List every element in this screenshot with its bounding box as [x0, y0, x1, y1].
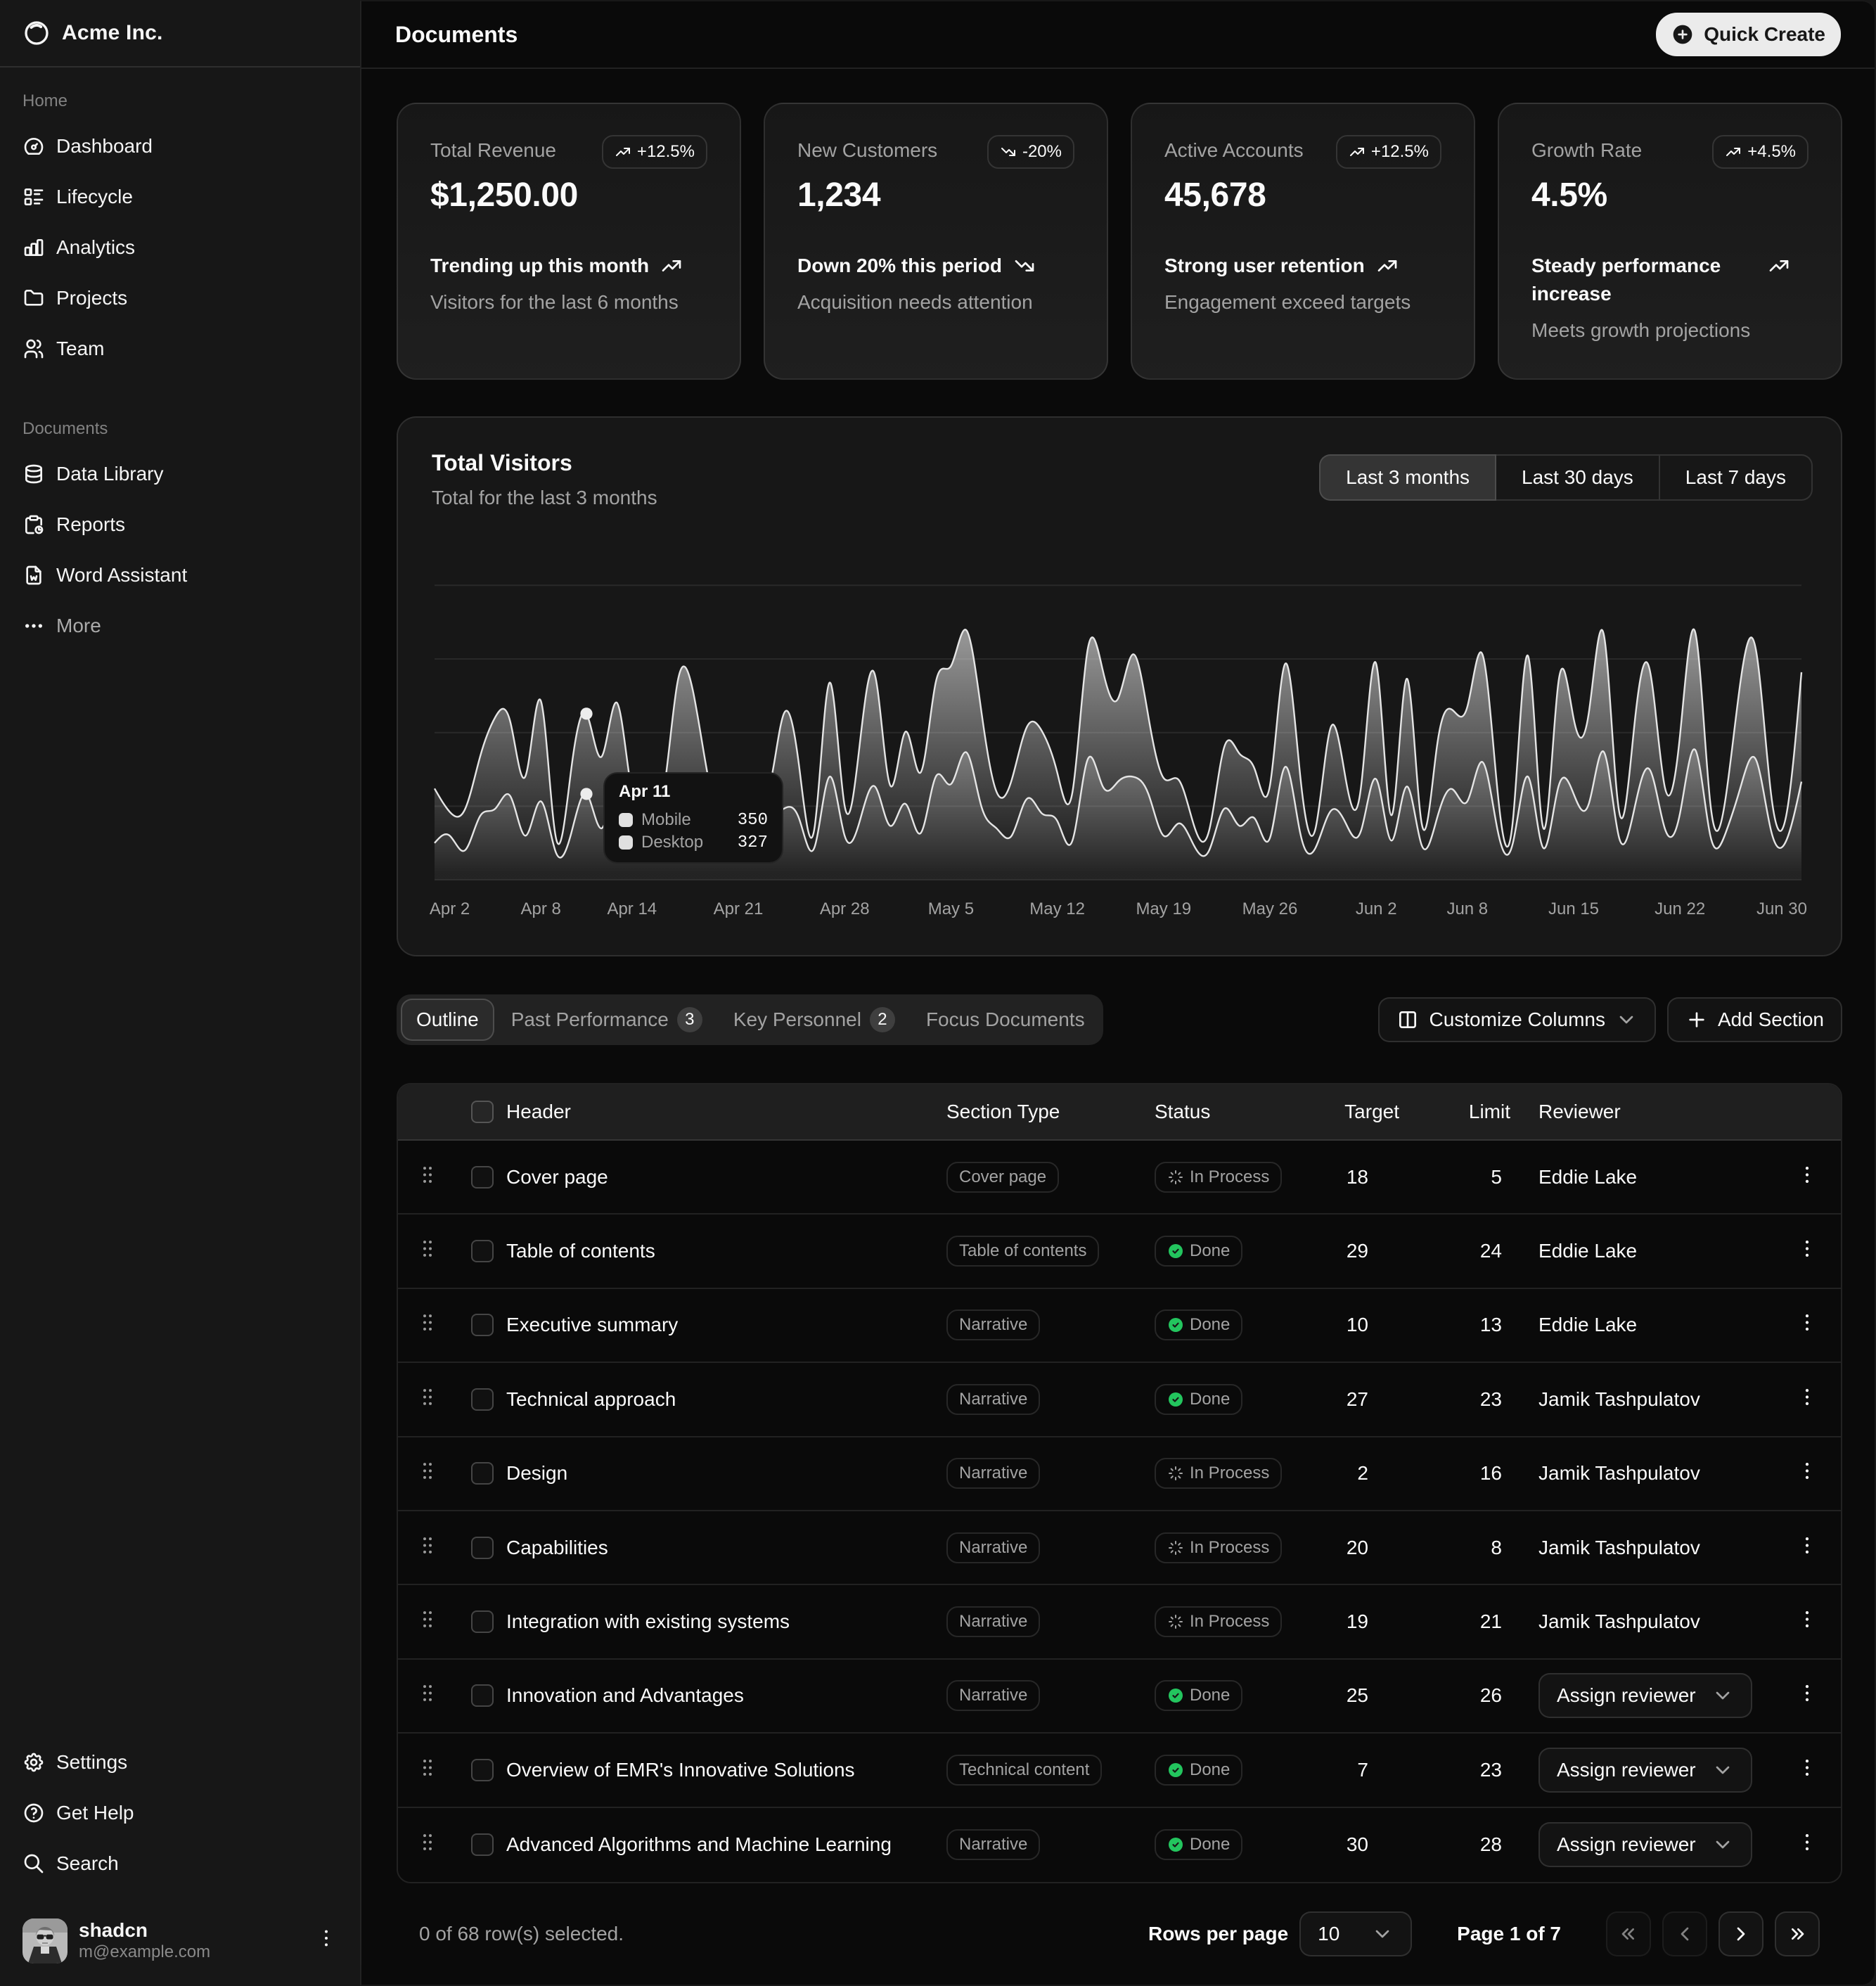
svg-text:Apr 28: Apr 28: [820, 899, 870, 918]
svg-text:Jun 30: Jun 30: [1756, 899, 1807, 918]
svg-text:Apr 21: Apr 21: [714, 899, 764, 918]
svg-text:May 5: May 5: [928, 899, 974, 918]
svg-text:May 26: May 26: [1242, 899, 1298, 918]
svg-text:Apr 8: Apr 8: [521, 899, 561, 918]
svg-text:Apr 14: Apr 14: [607, 899, 657, 918]
svg-text:Jun 2: Jun 2: [1356, 899, 1397, 918]
svg-text:Apr 2: Apr 2: [430, 899, 470, 918]
svg-text:Jun 15: Jun 15: [1548, 899, 1599, 918]
svg-text:May 19: May 19: [1136, 899, 1191, 918]
svg-text:Jun 8: Jun 8: [1446, 899, 1488, 918]
svg-text:Jun 22: Jun 22: [1655, 899, 1705, 918]
svg-text:May 12: May 12: [1029, 899, 1085, 918]
